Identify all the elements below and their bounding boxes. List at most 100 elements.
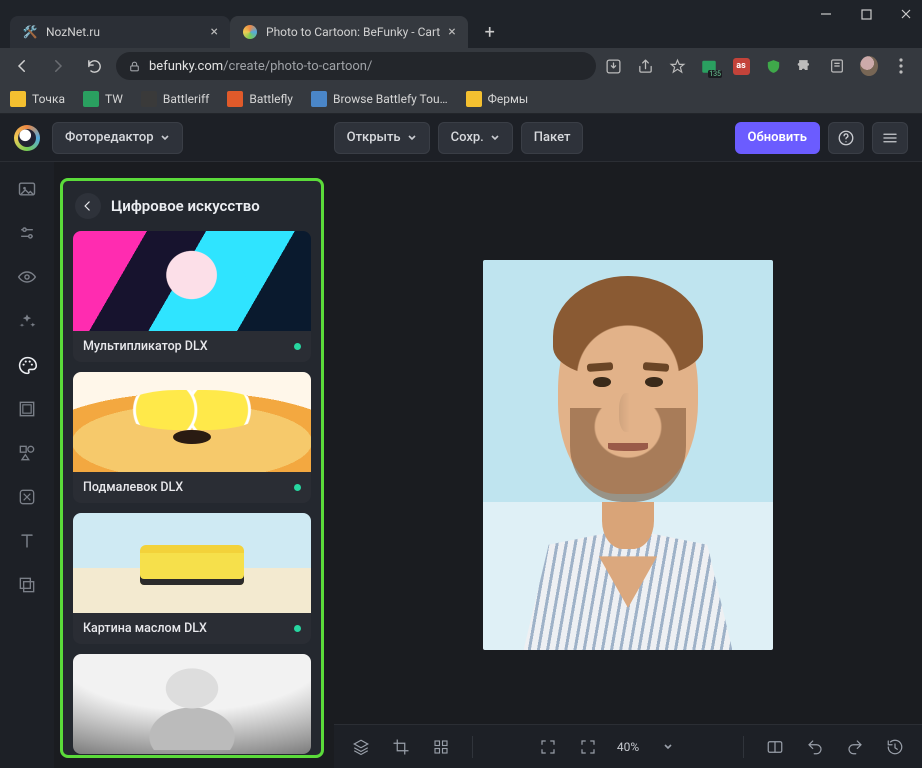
layers-button[interactable] [346, 732, 376, 762]
folder-icon [10, 91, 26, 107]
chrome-menu-icon[interactable] [892, 57, 910, 75]
reload-button[interactable] [80, 52, 108, 80]
open-button[interactable]: Открыть [334, 122, 430, 154]
save-button[interactable]: Сохр. [438, 122, 513, 154]
tool-image-icon[interactable] [16, 178, 38, 200]
tabstrip: 🛠️ NozNet.ru × Photo to Cartoon: BeFunky… [0, 12, 922, 48]
effect-card-sketch[interactable] [73, 654, 311, 754]
tool-palette-icon[interactable] [16, 354, 38, 376]
install-icon[interactable] [604, 57, 622, 75]
shield-ext-icon[interactable] [764, 57, 782, 75]
bookmark-battlefly[interactable]: Battlefly [227, 91, 293, 107]
url-host: befunky.com [149, 59, 223, 74]
lastfm-ext-icon[interactable]: as [732, 57, 750, 75]
bookmark-battleriff[interactable]: Battleriff [141, 91, 209, 107]
fit-icon [539, 738, 557, 756]
address-bar: befunky.com/create/photo-to-cartoon/ 135… [0, 48, 922, 84]
effect-card-oil[interactable]: Картина маслом DLX [73, 513, 311, 644]
tab-noznet[interactable]: 🛠️ NozNet.ru × [10, 16, 230, 48]
effect-card-underpaint[interactable]: Подмалевок DLX [73, 372, 311, 503]
star-icon[interactable] [668, 57, 686, 75]
tool-layers-icon[interactable] [16, 574, 38, 596]
back-button[interactable] [8, 52, 36, 80]
sheet-icon [83, 91, 99, 107]
batch-button[interactable]: Пакет [521, 122, 584, 154]
extension-icons: 135 as [604, 57, 914, 75]
effect-thumbnail [73, 654, 311, 754]
folder-icon [466, 91, 482, 107]
tab-befunky[interactable]: Photo to Cartoon: BeFunky - Cart × [230, 16, 468, 48]
puzzle-ext-icon[interactable] [796, 57, 814, 75]
befunky-favicon-icon [242, 24, 258, 40]
tool-pattern-icon[interactable] [16, 486, 38, 508]
crop-button[interactable] [386, 732, 416, 762]
site-icon [141, 91, 157, 107]
avatar[interactable] [860, 57, 878, 75]
history-button[interactable] [880, 732, 910, 762]
bookmark-battlefy[interactable]: Browse Battlefy Tou… [311, 91, 448, 107]
panel-back-button[interactable] [75, 193, 101, 219]
bookmark-fermy[interactable]: Фермы [466, 91, 529, 107]
site-icon [311, 91, 327, 107]
arrow-left-icon [81, 199, 95, 213]
new-tab-button[interactable]: + [476, 18, 504, 46]
zoom-dropdown[interactable] [653, 732, 683, 762]
tool-frame-icon[interactable] [16, 398, 38, 420]
chevron-down-icon [407, 133, 417, 143]
tool-sparkles-icon[interactable] [16, 310, 38, 332]
close-window-icon[interactable] [900, 8, 912, 20]
maximize-icon[interactable] [860, 8, 872, 20]
url-path: /create/photo-to-cartoon/ [223, 59, 372, 74]
window-controls [820, 8, 912, 20]
effect-label: Картина маслом DLX [83, 621, 207, 636]
calendar-ext-icon[interactable]: 135 [700, 57, 718, 75]
canvas-image[interactable] [483, 260, 773, 650]
share-icon[interactable] [636, 57, 654, 75]
tab-label: Photo to Cartoon: BeFunky - Cart [266, 25, 440, 39]
zoom-level: 40% [613, 740, 643, 754]
panel-body[interactable]: Мультипликатор DLX Подмалевок DLX Картин… [63, 231, 321, 755]
chevron-down-icon [160, 133, 170, 143]
befunky-logo-icon[interactable] [14, 125, 40, 151]
compare-button[interactable] [760, 732, 790, 762]
bookmark-tochka[interactable]: Точка [10, 91, 65, 107]
main: Цифровое искусство Мультипликатор DLX По… [0, 162, 922, 768]
canvas-footer: 40% [334, 724, 922, 768]
layers-icon [352, 738, 370, 756]
chevron-down-icon [490, 133, 500, 143]
tool-sliders-icon[interactable] [16, 222, 38, 244]
redo-button[interactable] [840, 732, 870, 762]
bookmarks-bar: Точка TW Battleriff Battlefly Browse Bat… [0, 84, 922, 114]
forward-button[interactable] [44, 52, 72, 80]
menu-button[interactable] [872, 122, 908, 154]
grid-icon [432, 738, 450, 756]
reader-ext-icon[interactable] [828, 57, 846, 75]
history-icon [886, 738, 904, 756]
url-input[interactable]: befunky.com/create/photo-to-cartoon/ [116, 52, 596, 80]
effects-panel-wrap: Цифровое искусство Мультипликатор DLX По… [54, 162, 334, 768]
app-header: Фоторедактор Открыть Сохр. Пакет Обновит… [0, 114, 922, 162]
grid-button[interactable] [426, 732, 456, 762]
tool-eye-icon[interactable] [16, 266, 38, 288]
close-icon[interactable]: × [211, 24, 218, 40]
canvas-area: 40% [334, 162, 922, 768]
tool-shapes-icon[interactable] [16, 442, 38, 464]
upgrade-button[interactable]: Обновить [735, 122, 820, 154]
effect-label: Мультипликатор DLX [83, 339, 208, 354]
minimize-icon[interactable] [820, 8, 832, 20]
expand-icon [579, 738, 597, 756]
canvas[interactable] [334, 162, 922, 724]
tool-text-icon[interactable] [16, 530, 38, 552]
redo-icon [846, 738, 864, 756]
expand-button[interactable] [573, 732, 603, 762]
editor-dropdown[interactable]: Фоторедактор [52, 122, 183, 154]
effect-card-cartoonizer[interactable]: Мультипликатор DLX [73, 231, 311, 362]
undo-button[interactable] [800, 732, 830, 762]
undo-icon [806, 738, 824, 756]
close-icon[interactable]: × [448, 24, 455, 40]
fit-button[interactable] [533, 732, 563, 762]
bookmark-tw[interactable]: TW [83, 91, 123, 107]
premium-dot-icon [294, 343, 301, 350]
help-button[interactable] [828, 122, 864, 154]
hamburger-icon [881, 129, 899, 147]
